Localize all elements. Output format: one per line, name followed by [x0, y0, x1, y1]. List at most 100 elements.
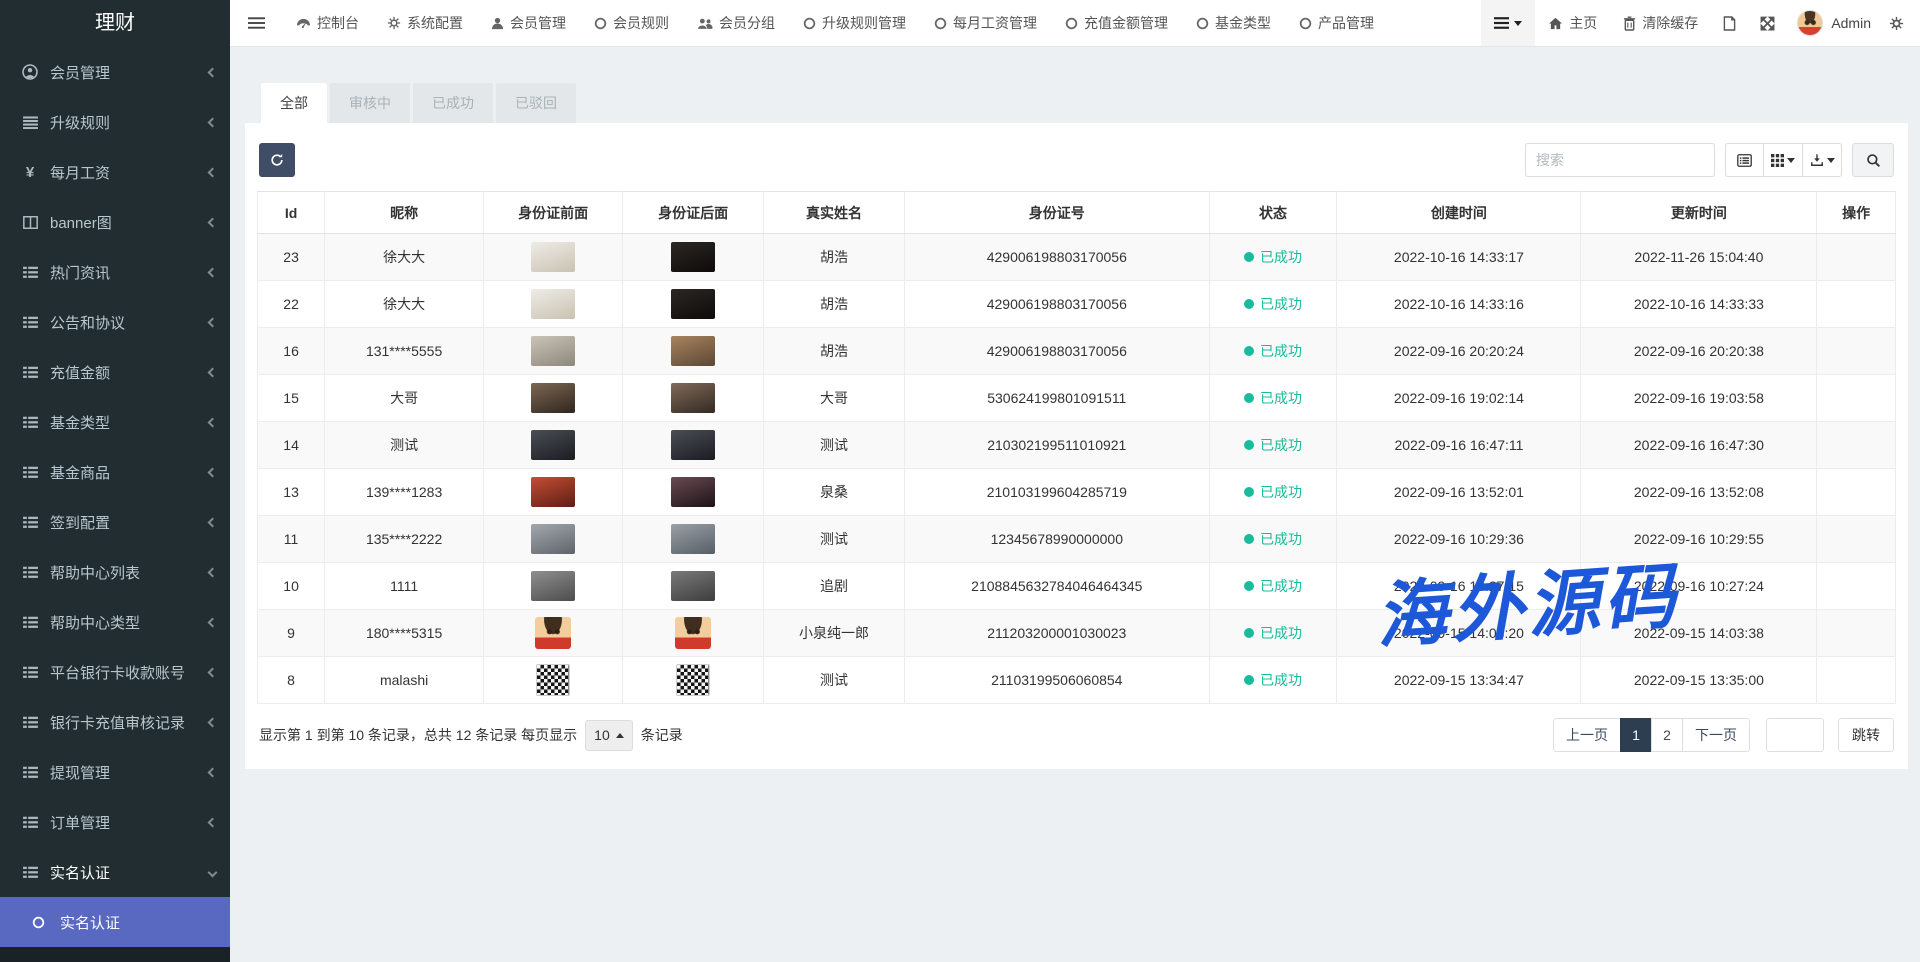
sidebar-item-label: 热门资讯 [50, 262, 209, 283]
status-label: 已成功 [1260, 435, 1302, 455]
tab-3[interactable]: 已驳回 [496, 83, 576, 123]
top-menu-item[interactable]: 会员分组 [683, 0, 789, 46]
id-front-image[interactable] [531, 524, 575, 554]
sidebar-item[interactable]: 银行卡充值审核记录 [0, 697, 230, 747]
sidebar-item[interactable]: 基金类型 [0, 397, 230, 447]
sidebar-item[interactable]: 提现管理 [0, 747, 230, 797]
top-menu-item[interactable]: 系统配置 [373, 0, 477, 46]
cell-updated: 2022-09-16 19:03:58 [1581, 375, 1817, 422]
sidebar-item[interactable]: banner图 [0, 197, 230, 247]
id-back-image[interactable] [671, 242, 715, 272]
sidebar-item-label: 平台银行卡收款账号 [50, 662, 209, 683]
list-icon [20, 516, 40, 529]
sidebar-item[interactable]: 订单管理 [0, 797, 230, 847]
top-menu-item[interactable]: 每月工资管理 [920, 0, 1051, 46]
cell-id: 22 [258, 281, 325, 328]
cell-created: 2022-09-16 13:52:01 [1337, 469, 1581, 516]
prev-page-button[interactable]: 上一页 [1553, 718, 1621, 752]
id-front-image[interactable] [535, 617, 571, 649]
top-menu-item[interactable]: 基金类型 [1182, 0, 1285, 46]
status-tabs: 全部审核中已成功已驳回 [261, 83, 1908, 123]
fullscreen-button[interactable] [1748, 0, 1787, 46]
table-toolbar [259, 143, 1894, 177]
top-menu-item[interactable]: 会员规则 [580, 0, 683, 46]
refresh-page-button[interactable] [1711, 0, 1748, 46]
sidebar-item[interactable]: 热门资讯 [0, 247, 230, 297]
id-back-image[interactable] [671, 336, 715, 366]
id-back-image[interactable] [671, 571, 715, 601]
page-jump-input[interactable] [1766, 718, 1824, 752]
id-front-image[interactable] [531, 242, 575, 272]
top-menu-item[interactable]: 产品管理 [1285, 0, 1388, 46]
top-menu-item[interactable]: 控制台 [282, 0, 373, 46]
export-dropdown-button[interactable] [1803, 143, 1842, 177]
sidebar-item[interactable]: 实名认证 [0, 847, 230, 897]
toggle-view-button[interactable] [1725, 143, 1764, 177]
circle-icon [934, 17, 947, 30]
tab-1[interactable]: 审核中 [330, 83, 410, 123]
top-menu-item-label: 会员规则 [613, 13, 669, 33]
id-back-image[interactable] [671, 430, 715, 460]
id-back-image[interactable] [671, 524, 715, 554]
page-content: 全部审核中已成功已驳回 [230, 47, 1920, 962]
sidebar-item[interactable]: 充值金额 [0, 347, 230, 397]
id-back-image[interactable] [671, 477, 715, 507]
page-size-select[interactable]: 10 [585, 720, 633, 751]
search-input[interactable] [1525, 143, 1715, 177]
cell-real-name: 胡浩 [764, 234, 905, 281]
top-menu-item[interactable]: 会员管理 [477, 0, 580, 46]
id-front-image[interactable] [536, 664, 570, 696]
chevron-left-icon [208, 717, 218, 727]
jump-button[interactable]: 跳转 [1838, 718, 1894, 752]
column-header: 身份证后面 [623, 192, 764, 234]
id-back-image[interactable] [676, 664, 710, 696]
cell-actions [1817, 328, 1896, 375]
tab-0[interactable]: 全部 [261, 83, 327, 123]
sidebar-item-label: 基金类型 [50, 412, 209, 433]
id-back-image[interactable] [671, 289, 715, 319]
sidebar-item[interactable]: ¥每月工资 [0, 147, 230, 197]
cell-status: 已成功 [1209, 281, 1337, 328]
tab-2[interactable]: 已成功 [413, 83, 493, 123]
page-number-button[interactable]: 1 [1620, 718, 1652, 752]
sidebar-subitem[interactable]: 实名认证 [0, 897, 230, 947]
top-menu-item[interactable]: 升级规则管理 [789, 0, 920, 46]
cell-real-name: 测试 [764, 422, 905, 469]
sidebar-item[interactable]: 会员管理 [0, 47, 230, 97]
sidebar-toggle-button[interactable] [230, 0, 282, 46]
user-circle-icon [20, 64, 40, 80]
columns-dropdown-button[interactable] [1764, 143, 1803, 177]
list-icon [20, 866, 40, 879]
search-button[interactable] [1852, 143, 1894, 177]
id-back-image[interactable] [671, 383, 715, 413]
sidebar-item[interactable]: 帮助中心列表 [0, 547, 230, 597]
status-dot-icon [1244, 252, 1254, 262]
next-page-button[interactable]: 下一页 [1682, 718, 1750, 752]
top-menu-item-label: 充值金额管理 [1084, 13, 1168, 33]
id-front-image[interactable] [531, 477, 575, 507]
sidebar-item[interactable]: 升级规则 [0, 97, 230, 147]
sidebar-item[interactable]: 签到配置 [0, 497, 230, 547]
id-front-image[interactable] [531, 571, 575, 601]
refresh-button[interactable] [259, 143, 295, 177]
home-link[interactable]: 主页 [1535, 0, 1610, 46]
top-menu-item[interactable]: 充值金额管理 [1051, 0, 1182, 46]
user-menu[interactable]: Admin [1787, 0, 1881, 46]
sidebar-item-label: 订单管理 [50, 812, 209, 833]
menu-dropdown-button[interactable] [1481, 0, 1535, 46]
sidebar-item[interactable]: 帮助中心类型 [0, 597, 230, 647]
sidebar-item[interactable]: 基金商品 [0, 447, 230, 497]
settings-button[interactable] [1881, 0, 1920, 46]
page-number-button[interactable]: 2 [1651, 718, 1683, 752]
grid-icon [1771, 154, 1784, 167]
sidebar-item-label: 基金商品 [50, 462, 209, 483]
clear-cache-link[interactable]: 清除缓存 [1610, 0, 1711, 46]
sidebar-item[interactable]: 公告和协议 [0, 297, 230, 347]
id-front-image[interactable] [531, 289, 575, 319]
id-front-image[interactable] [531, 383, 575, 413]
sidebar-item[interactable]: 平台银行卡收款账号 [0, 647, 230, 697]
id-front-image[interactable] [531, 336, 575, 366]
id-back-image[interactable] [675, 617, 711, 649]
id-front-image[interactable] [531, 430, 575, 460]
refresh-icon [270, 153, 284, 167]
